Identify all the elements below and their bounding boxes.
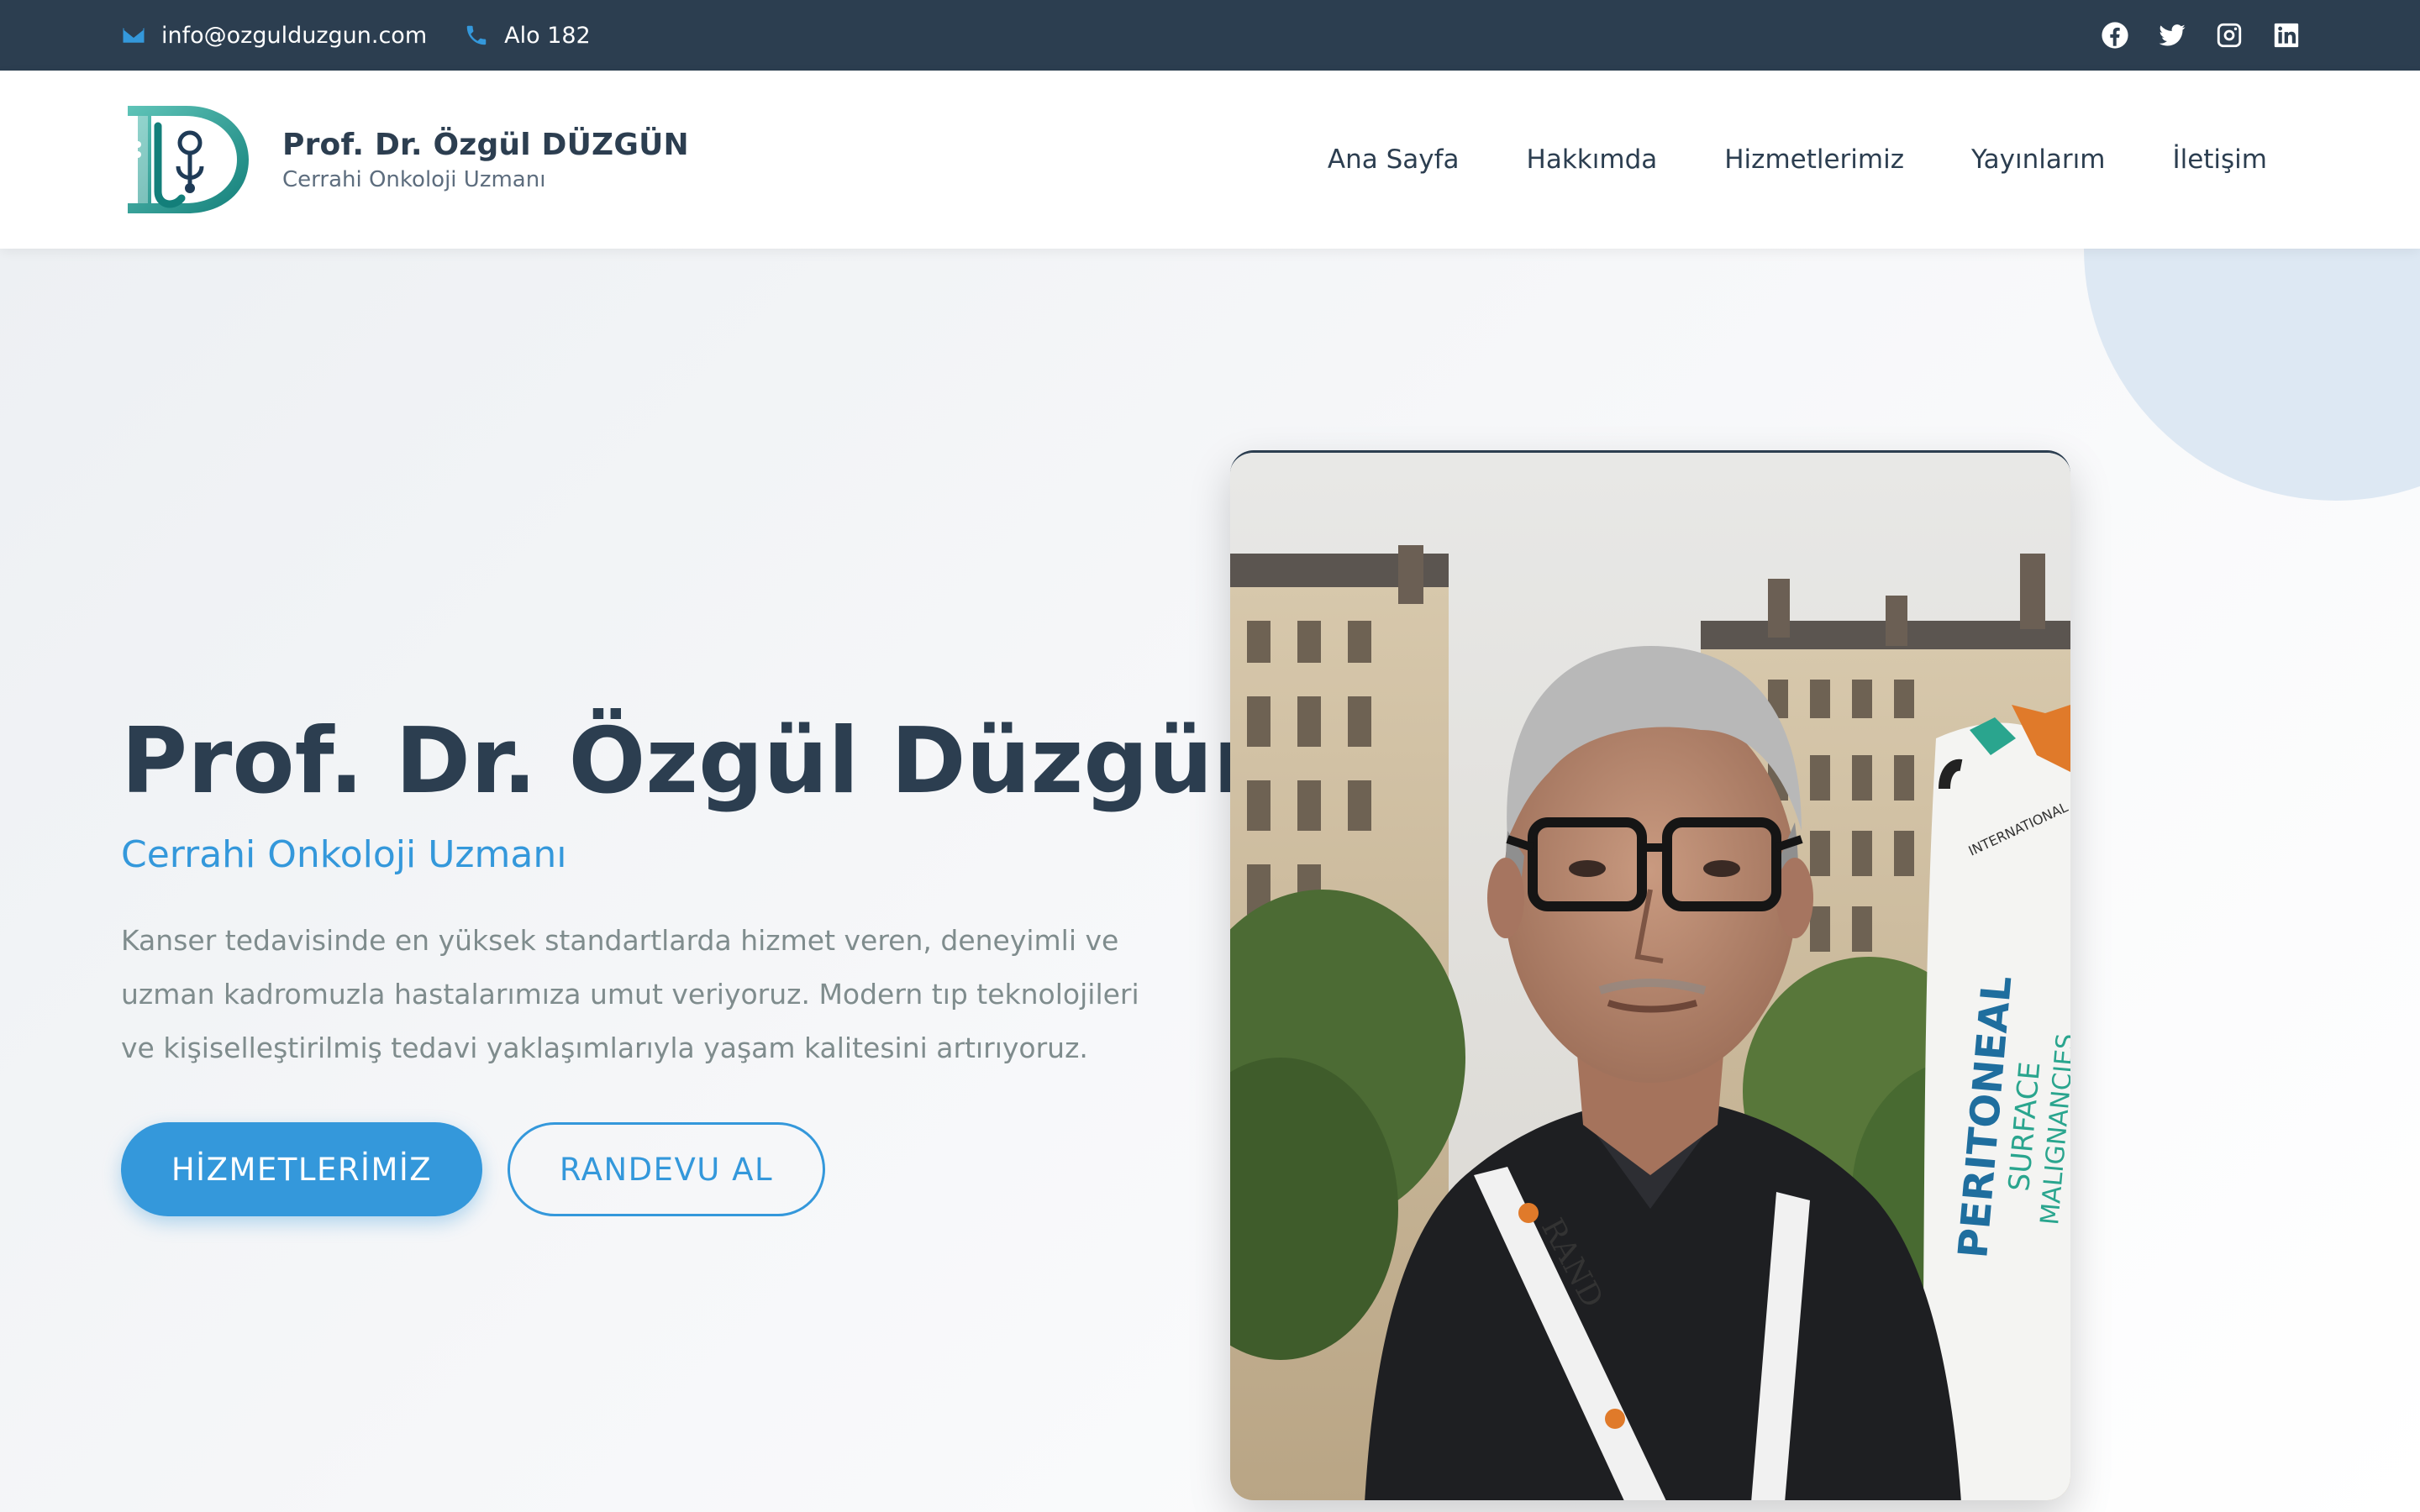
- site-header: Prof. Dr. Özgül DÜZGÜN Cerrahi Onkoloji …: [0, 71, 2420, 249]
- linkedin-link[interactable]: [2272, 21, 2301, 50]
- twitter-icon: [2159, 24, 2186, 46]
- social-links: [2101, 0, 2301, 71]
- phone-icon: [466, 25, 487, 45]
- logo-mark-icon: [128, 106, 249, 213]
- doctor-portrait-image: PERITONEAL SURFACE MALIGNANCIES INTERNAT…: [1230, 453, 2070, 1500]
- instagram-link[interactable]: [2215, 21, 2244, 50]
- instagram-icon: [2217, 23, 2242, 48]
- brand-title: Prof. Dr. Özgül DÜZGÜN: [282, 127, 689, 162]
- phone-link[interactable]: Alo 182: [464, 23, 591, 49]
- linkedin-icon: [2274, 23, 2299, 48]
- nav-item-ana-sayfa[interactable]: Ana Sayfa: [1328, 144, 1460, 175]
- contact-info: info@ozgulduzgun.com Alo 182: [121, 0, 591, 71]
- nav-item-hizmetlerimiz[interactable]: Hizmetlerimiz: [1724, 144, 1904, 175]
- services-button[interactable]: HİZMETLERİMİZ: [121, 1122, 482, 1216]
- email-text: info@ozgulduzgun.com: [161, 22, 428, 49]
- doctor-photo: PERITONEAL SURFACE MALIGNANCIES INTERNAT…: [1230, 450, 2070, 1500]
- nav-item-yayinlarim[interactable]: Yayınlarım: [1971, 144, 2105, 175]
- nav-item-iletisim[interactable]: İletişim: [2172, 144, 2267, 175]
- hero-section: Prof. Dr. Özgül Düzgün Cerrahi Onkoloji …: [0, 249, 2420, 1512]
- email-link[interactable]: info@ozgulduzgun.com: [121, 23, 427, 49]
- facebook-icon: [2102, 22, 2128, 49]
- facebook-link[interactable]: [2101, 21, 2129, 50]
- nav-item-hakkimda[interactable]: Hakkımda: [1527, 144, 1658, 175]
- twitter-link[interactable]: [2158, 21, 2186, 50]
- top-bar: info@ozgulduzgun.com Alo 182: [0, 0, 2420, 71]
- decorative-circle: [2084, 249, 2420, 501]
- hero-subtitle: Cerrahi Onkoloji Uzmanı: [121, 833, 567, 876]
- brand-logo-link[interactable]: Prof. Dr. Özgül DÜZGÜN Cerrahi Onkoloji …: [121, 101, 689, 218]
- brand-text: Prof. Dr. Özgül DÜZGÜN Cerrahi Onkoloji …: [282, 128, 689, 192]
- main-nav: Ana Sayfa Hakkımda Hizmetlerimiz Yayınla…: [1328, 71, 2267, 249]
- appointment-button[interactable]: RANDEVU AL: [508, 1122, 825, 1216]
- phone-text: Alo 182: [504, 22, 591, 49]
- brand-subtitle: Cerrahi Onkoloji Uzmanı: [282, 166, 546, 192]
- hero-title: Prof. Dr. Özgül Düzgün: [121, 709, 1278, 814]
- hero-description: Kanser tedavisinde en yüksek standartlar…: [121, 924, 1139, 1064]
- envelope-icon: [123, 28, 145, 43]
